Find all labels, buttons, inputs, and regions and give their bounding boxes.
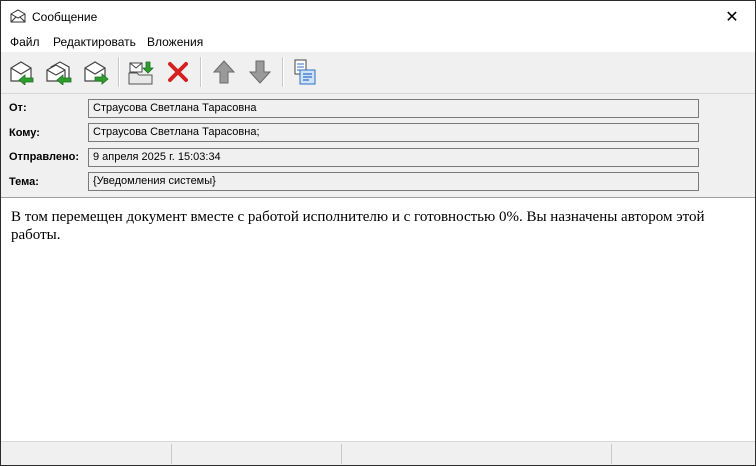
toolbar (1, 52, 755, 94)
reply-all-button[interactable] (44, 57, 74, 87)
subject-label: Тема: (9, 176, 39, 188)
to-field[interactable]: Страусова Светлана Тарасовна; (88, 123, 699, 142)
status-separator (611, 444, 612, 464)
from-field[interactable]: Страусова Светлана Тарасовна (88, 99, 699, 118)
menu-attachments[interactable]: Вложения (147, 35, 203, 49)
status-separator (171, 444, 172, 464)
envelope-icon (10, 9, 26, 23)
subject-field[interactable]: {Уведомления системы} (88, 172, 699, 191)
delete-button[interactable] (163, 57, 193, 87)
next-message-icon (248, 60, 272, 84)
toolbar-separator (118, 57, 120, 87)
forward-button[interactable] (81, 57, 111, 87)
status-separator (341, 444, 342, 464)
from-label: От: (9, 102, 27, 114)
title-bar: Сообщение ✕ (1, 1, 755, 33)
toolbar-separator (200, 57, 202, 87)
menu-edit[interactable]: Редактировать (53, 35, 136, 49)
close-button[interactable]: ✕ (709, 1, 755, 33)
delete-icon (168, 62, 188, 82)
properties-icon (294, 59, 316, 85)
sent-label: Отправлено: (9, 151, 80, 163)
previous-message-icon (212, 60, 236, 84)
forward-icon (84, 61, 109, 85)
sent-field[interactable]: 9 апреля 2025 г. 15:03:34 (88, 148, 699, 167)
message-text: В том перемещен документ вместе с работо… (11, 209, 705, 243)
menu-file[interactable]: Файл (10, 35, 40, 49)
properties-button[interactable] (290, 57, 320, 87)
save-to-folder-icon (128, 61, 154, 85)
reply-all-icon (46, 61, 72, 85)
toolbar-separator (282, 57, 284, 87)
to-label: Кому: (9, 127, 40, 139)
status-bar (1, 441, 755, 465)
window-title: Сообщение (32, 10, 98, 24)
message-header: От: Страусова Светлана Тарасовна Кому: С… (1, 94, 755, 198)
close-icon: ✕ (725, 9, 739, 26)
message-window: Сообщение ✕ Файл Редактировать Вложения (0, 0, 756, 466)
next-message-button[interactable] (245, 57, 275, 87)
reply-icon (10, 61, 34, 85)
menu-bar: Файл Редактировать Вложения (1, 33, 755, 52)
save-to-folder-button[interactable] (126, 57, 156, 87)
previous-message-button[interactable] (209, 57, 239, 87)
reply-button[interactable] (6, 57, 36, 87)
message-body[interactable]: В том перемещен документ вместе с работо… (1, 198, 755, 441)
